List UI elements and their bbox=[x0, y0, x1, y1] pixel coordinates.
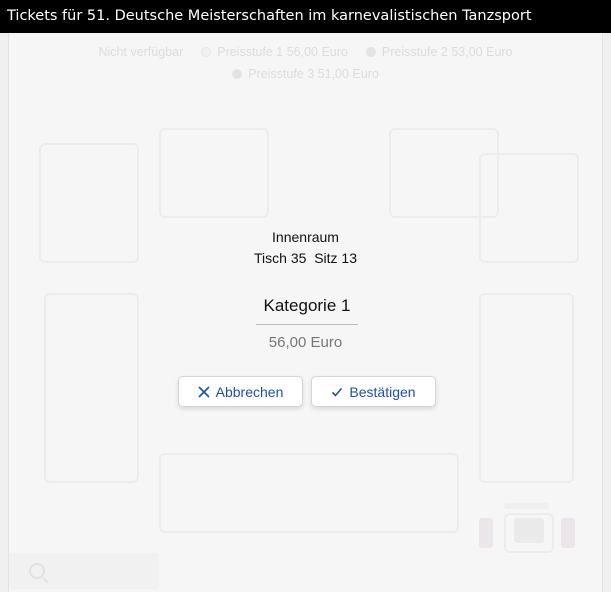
seat-price: 56,00 Euro bbox=[268, 334, 343, 351]
cancel-button-label: Abbrechen bbox=[215, 383, 284, 400]
seat-dialog: Innenraum Tisch 35 Sitz 13 Kategorie 1 5… bbox=[0, 0, 611, 592]
seat-section: Innenraum bbox=[272, 229, 339, 245]
confirm-button-label: Bestätigen bbox=[349, 383, 416, 400]
seat-label: Sitz bbox=[314, 250, 338, 266]
table-number: 35 bbox=[290, 250, 307, 266]
category-label: Kategorie 1 bbox=[256, 296, 358, 325]
seat-number: 13 bbox=[341, 250, 357, 266]
confirm-button[interactable]: Bestätigen bbox=[311, 376, 436, 407]
cancel-button[interactable]: Abbrechen bbox=[178, 376, 303, 407]
table-label: Tisch bbox=[254, 250, 287, 266]
seat-location: Tisch 35 Sitz 13 bbox=[0, 250, 611, 266]
close-icon bbox=[198, 385, 210, 398]
check-icon bbox=[332, 387, 343, 397]
